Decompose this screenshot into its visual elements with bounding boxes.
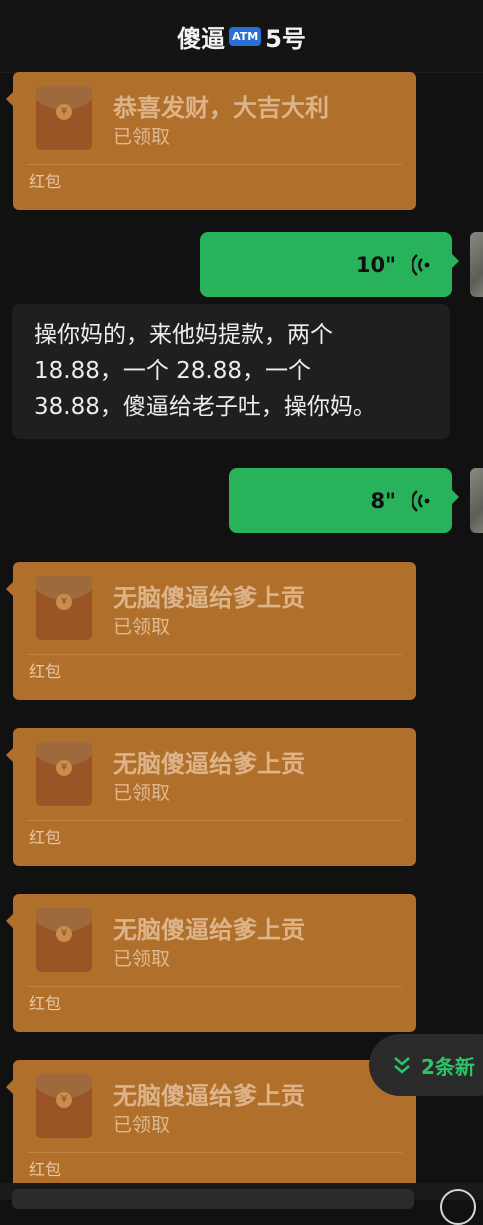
red-packet-message[interactable]: ¥ 无脑傻逼给爹上贡 已领取 红包 — [6, 1060, 416, 1198]
red-packet-message[interactable]: ¥ 无脑傻逼给爹上贡 已领取 红包 — [6, 894, 416, 1032]
voice-duration: 10" — [355, 252, 396, 277]
red-packet-status: 已领取 — [113, 1114, 171, 1136]
voice-wave-icon — [412, 489, 430, 512]
red-packet-message[interactable]: ¥ 恭喜发财，大吉大利 已领取 红包 — [6, 72, 416, 210]
avatar[interactable] — [470, 468, 483, 533]
red-packet-title: 无脑傻逼给爹上贡 — [113, 1082, 305, 1110]
avatar[interactable] — [470, 232, 483, 297]
voice-wave-icon — [412, 253, 430, 276]
red-packet-icon: ¥ — [36, 742, 92, 806]
red-packet-title: 无脑傻逼给爹上贡 — [113, 584, 305, 612]
atm-emoji-badge: ATM — [229, 26, 262, 46]
red-packet-message[interactable]: ¥ 无脑傻逼给爹上贡 已领取 红包 — [6, 562, 416, 700]
red-packet-divider — [27, 654, 402, 655]
red-packet-divider — [27, 164, 402, 165]
red-packet-footer: 红包 — [29, 828, 62, 847]
red-packet-icon: ¥ — [36, 908, 92, 972]
red-packet-title: 无脑傻逼给爹上贡 — [113, 916, 305, 944]
voice-message[interactable]: 8" — [229, 468, 459, 533]
red-packet-status: 已领取 — [113, 782, 171, 804]
red-packet-footer: 红包 — [29, 1160, 62, 1179]
red-packet-footer: 红包 — [29, 994, 62, 1013]
red-packet-status: 已领取 — [113, 948, 171, 970]
double-chevron-down-icon — [394, 1057, 410, 1074]
chat-title[interactable]: 傻逼 ATM 5号 — [177, 19, 306, 54]
message-list[interactable]: ¥ 恭喜发财，大吉大利 已领取 红包 10" 操你妈的，来他妈提款，两个 18.… — [0, 72, 483, 1200]
title-text-after: 5号 — [265, 24, 306, 53]
red-packet-divider — [27, 1152, 402, 1153]
text-line: 操你妈的，来他妈提款，两个 — [34, 322, 333, 348]
voice-duration: 8" — [370, 488, 396, 513]
message-input[interactable] — [12, 1189, 414, 1209]
red-packet-title: 无脑傻逼给爹上贡 — [113, 750, 305, 778]
red-packet-status: 已领取 — [113, 616, 171, 638]
red-packet-icon: ¥ — [36, 576, 92, 640]
red-packet-status: 已领取 — [113, 126, 171, 148]
red-packet-icon: ¥ — [36, 86, 92, 150]
input-bar — [0, 1183, 483, 1225]
red-packet-divider — [27, 820, 402, 821]
red-packet-title: 恭喜发财，大吉大利 — [113, 94, 329, 122]
red-packet-message[interactable]: ¥ 无脑傻逼给爹上贡 已领取 红包 — [6, 728, 416, 866]
new-messages-button[interactable]: 2条新 — [369, 1034, 483, 1096]
red-packet-footer: 红包 — [29, 172, 62, 191]
emoji-button[interactable] — [440, 1189, 476, 1225]
red-packet-divider — [27, 986, 402, 987]
red-packet-icon: ¥ — [36, 1074, 92, 1138]
text-message[interactable]: 操你妈的，来他妈提款，两个 18.88，一个 28.88，一个 38.88，傻逼… — [12, 304, 450, 439]
text-line: 38.88，傻逼给老子吐，操你妈。 — [34, 394, 376, 420]
title-text-before: 傻逼 — [177, 24, 226, 53]
text-line: 18.88，一个 28.88，一个 — [34, 358, 311, 384]
chat-header: 傻逼 ATM 5号 — [0, 0, 483, 73]
voice-message[interactable]: 10" — [200, 232, 459, 297]
red-packet-footer: 红包 — [29, 662, 62, 681]
new-messages-label: 2条新 — [421, 1054, 475, 1079]
